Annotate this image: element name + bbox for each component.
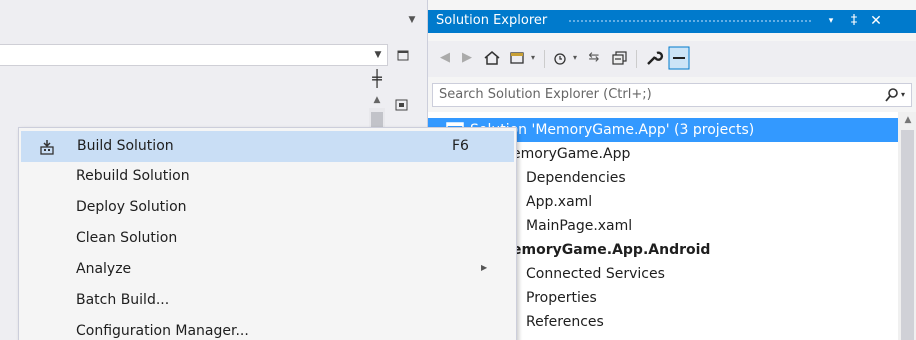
build-icon: [40, 140, 54, 155]
chevron-down-icon[interactable]: ▼: [370, 45, 386, 65]
menu-item-analyze[interactable]: Analyze ▶: [21, 255, 514, 286]
build-context-menu: Build Solution F6 Rebuild Solution Deplo…: [18, 127, 517, 340]
menu-item-batch-build[interactable]: Batch Build...: [21, 286, 514, 317]
menu-item-configuration-manager[interactable]: Configuration Manager...: [21, 317, 514, 340]
window-position-dropdown-icon[interactable]: ▾: [823, 12, 839, 30]
collapse-all-icon[interactable]: [610, 49, 630, 67]
menu-item-shortcut: F6: [452, 138, 469, 154]
toolbar-separator: [636, 50, 637, 68]
tree-item-label: emoryGame.App.Android: [512, 242, 711, 258]
splitter-icon[interactable]: ╪: [369, 70, 385, 90]
panel-title: Solution Explorer: [436, 13, 548, 28]
menu-item-label: Configuration Manager...: [76, 323, 249, 339]
menu-item-label: Build Solution: [77, 138, 174, 154]
title-grip: [568, 19, 813, 24]
scroll-up-icon[interactable]: ▲: [370, 94, 384, 106]
map-mode-icon[interactable]: [394, 98, 410, 112]
toolbar-separator: [544, 50, 545, 68]
tree-item-label: Properties: [526, 290, 597, 306]
tree-item-label: emoryGame.App: [512, 146, 631, 162]
split-window-icon[interactable]: [394, 46, 412, 64]
back-icon[interactable]: ◀: [436, 49, 454, 67]
menu-item-clean-solution[interactable]: Clean Solution: [21, 224, 514, 255]
properties-wrench-icon[interactable]: [644, 49, 664, 67]
switch-views-icon[interactable]: [508, 49, 528, 67]
menu-item-rebuild-solution[interactable]: Rebuild Solution: [21, 162, 514, 193]
forward-icon[interactable]: ▶: [458, 49, 476, 67]
menu-item-label: Rebuild Solution: [76, 168, 190, 184]
chevron-down-icon[interactable]: ▾: [570, 49, 580, 67]
scroll-up-icon[interactable]: ▲: [902, 114, 914, 126]
solution-explorer-toolbar: ◀ ▶ ▾ ▾ ⇆: [428, 41, 916, 77]
menu-item-label: Deploy Solution: [76, 199, 187, 215]
menu-item-label: Batch Build...: [76, 292, 170, 308]
search-input[interactable]: Search Solution Explorer (Ctrl+;) ▾: [432, 83, 912, 107]
tree-item-label: References: [526, 314, 604, 330]
menu-item-label: Analyze: [76, 261, 132, 277]
tree-item-label: App.xaml: [526, 194, 593, 210]
menu-item-label: Clean Solution: [76, 230, 178, 246]
search-icon[interactable]: [884, 86, 900, 104]
navigation-combobox[interactable]: ▼: [0, 44, 388, 66]
tree-scroll-thumb[interactable]: [901, 130, 914, 340]
submenu-arrow-icon: ▶: [481, 263, 488, 272]
chevron-down-icon[interactable]: ▾: [901, 86, 911, 104]
search-placeholder: Search Solution Explorer (Ctrl+;): [439, 87, 652, 102]
sync-with-active-document-icon[interactable]: ⇆: [584, 49, 604, 67]
solution-explorer-titlebar[interactable]: Solution Explorer ▾ ‡ ✕: [428, 10, 916, 33]
chevron-down-icon[interactable]: ▾: [528, 49, 538, 67]
tree-item-label: Connected Services: [526, 266, 665, 282]
tree-item-label: MainPage.xaml: [526, 218, 633, 234]
tree-item-label: Dependencies: [526, 170, 626, 186]
chevron-down-icon[interactable]: ▼: [404, 12, 420, 28]
close-icon[interactable]: ✕: [868, 12, 884, 30]
pin-icon[interactable]: ‡: [846, 12, 862, 30]
pending-changes-filter-icon[interactable]: [550, 49, 570, 67]
menu-item-build-solution[interactable]: Build Solution F6: [21, 131, 514, 162]
menu-item-deploy-solution[interactable]: Deploy Solution: [21, 193, 514, 224]
home-icon[interactable]: [482, 49, 502, 67]
preview-selected-items-icon[interactable]: [668, 46, 690, 70]
